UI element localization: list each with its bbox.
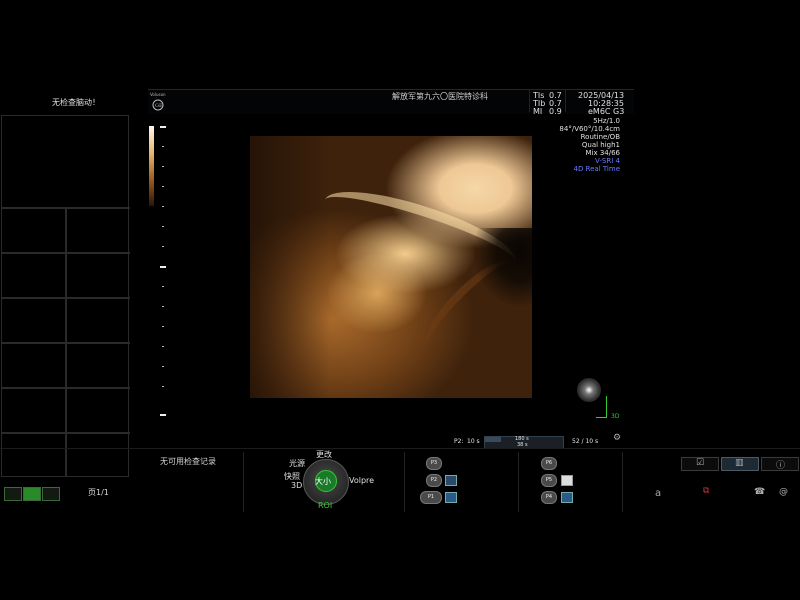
knob-label-3d: 3D [291, 481, 303, 490]
page-indicator: 页1/1 [88, 488, 109, 497]
bottom-divider [0, 448, 800, 449]
report-button[interactable]: ☑ [681, 457, 719, 471]
divider [518, 452, 519, 512]
mi-value: 0.9 [549, 107, 562, 116]
cine-left-value: 10 s [467, 438, 480, 445]
color-map-bar [149, 126, 154, 206]
info-line: Qual high1 [581, 141, 620, 149]
preset-button-p5[interactable]: P5 [541, 474, 557, 487]
annotation-text-glyph[interactable]: a [655, 488, 661, 499]
info-button[interactable]: ⓘ [761, 457, 799, 471]
p2-label: P2: [454, 438, 464, 445]
preset-button-p4[interactable]: P4 [541, 491, 557, 504]
preset-button-p3[interactable]: P3 [426, 457, 442, 470]
svg-text:GE: GE [155, 103, 163, 109]
knob-label-size: 大小 [315, 477, 331, 486]
preset-button-p1[interactable]: P1 [420, 491, 442, 504]
bar-chart-icon: ▥ [735, 458, 744, 468]
info-line: Routine/OB [580, 133, 620, 141]
layout-1x2-button[interactable] [4, 487, 22, 501]
phone-icon[interactable]: ☎ [754, 487, 765, 497]
info-line: 5Hz/1.0 [593, 117, 620, 125]
knob-label-light: 光源 [289, 459, 305, 468]
network-icon[interactable]: ⧉ [703, 486, 709, 496]
render-3d-label: 3D [611, 413, 620, 420]
checklist-icon: ☑ [696, 458, 705, 468]
info-icon: ⓘ [776, 461, 786, 471]
divider [243, 452, 244, 512]
document-print-icon[interactable] [561, 475, 573, 486]
cine-right-value: 52 / 10 s [572, 438, 599, 445]
info-line: Mix 34/66 [585, 149, 620, 157]
axis-line [606, 396, 607, 418]
knob-label-volpre: Volpre [349, 476, 375, 485]
save-disk-icon[interactable] [445, 492, 457, 503]
hospital-name: 解放军第九六〇医院特诊科 [392, 92, 488, 101]
mode-line: 4D Real Time [573, 165, 620, 173]
divider [622, 452, 623, 512]
orientation-sphere-icon[interactable] [577, 378, 601, 402]
divider [404, 452, 405, 512]
no-record-text: 无可用检查记录 [160, 457, 216, 466]
mi-label: MI [533, 107, 543, 116]
cine-progress-fill [485, 437, 501, 442]
svg-text:Voluson: Voluson [150, 92, 166, 97]
measure-button[interactable]: ▥ [721, 457, 759, 471]
preset-button-p2[interactable]: P2 [426, 474, 442, 487]
layout-3x3-button[interactable] [42, 487, 60, 501]
axis-line [596, 417, 606, 418]
knob-label-roi: ROI [318, 501, 333, 510]
info-line: 84°/V60°/10.4cm [559, 125, 620, 133]
preset-button-p6[interactable]: P6 [541, 457, 557, 470]
3d-ultrasound-render[interactable] [250, 136, 532, 398]
thumbnail-grid [1, 115, 130, 477]
left-panel-title: 无检查脑动！ [52, 98, 100, 107]
printer-icon[interactable] [445, 475, 457, 486]
at-sign-icon[interactable]: @ [779, 487, 788, 497]
settings-gear-icon[interactable]: ⚙ [613, 433, 621, 443]
probe-name: eM6C G3 [588, 107, 625, 116]
layout-2x2-button[interactable] [23, 487, 41, 501]
mode-line: V-SRI 4 [595, 157, 620, 165]
ge-logo-icon: Voluson GE [150, 90, 174, 112]
save-disk-icon[interactable] [561, 492, 573, 503]
